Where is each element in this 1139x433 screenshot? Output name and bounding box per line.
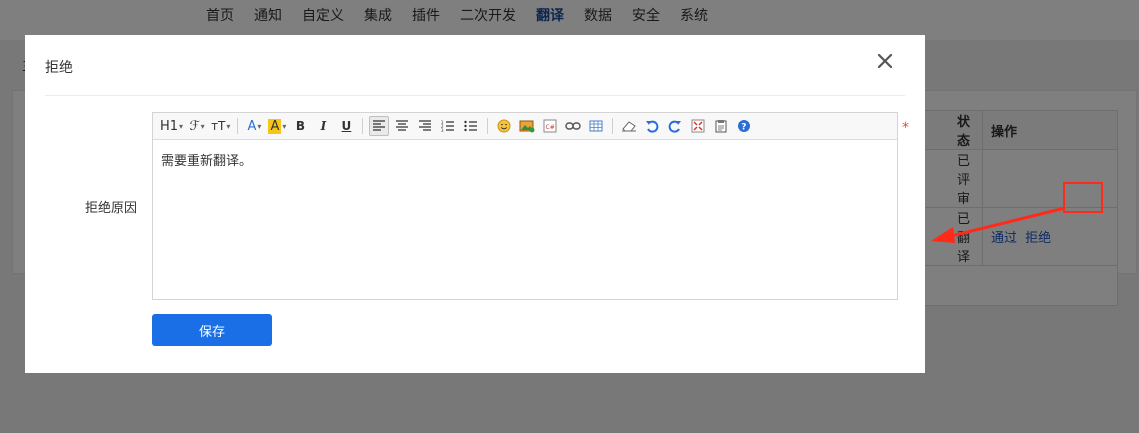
insert-code-icon[interactable]: C# bbox=[540, 116, 560, 136]
dialog-divider bbox=[45, 95, 905, 96]
font-color-label: A bbox=[247, 118, 257, 134]
bold-label: B bbox=[295, 119, 305, 133]
help-icon[interactable]: ? bbox=[734, 116, 754, 136]
bold-button[interactable]: B bbox=[290, 116, 310, 136]
toolbar-separator bbox=[612, 118, 614, 134]
svg-text:C#: C# bbox=[546, 124, 555, 131]
reject-dialog: 拒绝 拒绝原因 H1 ▾ ℱ ▾ тT ▾ A ▾ A ▾ B I U 123 C# bbox=[25, 35, 925, 373]
redo-icon[interactable] bbox=[665, 116, 685, 136]
undo-icon[interactable] bbox=[642, 116, 662, 136]
insert-image-icon[interactable] bbox=[517, 116, 537, 136]
paste-icon[interactable] bbox=[711, 116, 731, 136]
eraser-icon[interactable] bbox=[619, 116, 639, 136]
save-button[interactable]: 保存 bbox=[152, 314, 272, 346]
font-family-label: ℱ bbox=[189, 118, 200, 134]
font-size-dropdown[interactable]: тT ▾ bbox=[210, 116, 231, 136]
underline-label: U bbox=[341, 119, 352, 133]
italic-button[interactable]: I bbox=[313, 116, 333, 136]
reject-reason-label: 拒绝原因 bbox=[85, 201, 138, 216]
align-left-icon[interactable] bbox=[369, 116, 390, 136]
emoji-icon[interactable] bbox=[494, 116, 514, 136]
toolbar-separator bbox=[362, 118, 364, 134]
bullet-list-icon[interactable] bbox=[461, 116, 481, 136]
required-marker: * bbox=[902, 120, 909, 136]
close-icon[interactable] bbox=[873, 49, 897, 73]
font-size-label: тT bbox=[211, 119, 226, 133]
toolbar-separator bbox=[487, 118, 489, 134]
insert-table-icon[interactable] bbox=[586, 116, 606, 136]
align-center-icon[interactable] bbox=[392, 116, 412, 136]
font-color-dropdown[interactable]: A ▾ bbox=[244, 116, 264, 136]
svg-text:?: ? bbox=[742, 123, 747, 133]
dialog-title: 拒绝 bbox=[45, 60, 73, 76]
background-color-dropdown[interactable]: A ▾ bbox=[267, 116, 287, 136]
align-right-icon[interactable] bbox=[415, 116, 435, 136]
ordered-list-icon[interactable]: 123 bbox=[438, 116, 458, 136]
heading-dropdown[interactable]: H1 ▾ bbox=[159, 116, 184, 136]
background-color-label: A bbox=[268, 118, 282, 134]
svg-text:3: 3 bbox=[441, 128, 444, 132]
fullscreen-icon[interactable] bbox=[688, 116, 708, 136]
toolbar-separator bbox=[237, 118, 239, 134]
font-family-dropdown[interactable]: ℱ ▾ bbox=[187, 116, 207, 136]
underline-button[interactable]: U bbox=[336, 116, 356, 136]
editor-content-area[interactable]: 需要重新翻译。 bbox=[153, 141, 897, 299]
editor-toolbar: H1 ▾ ℱ ▾ тT ▾ A ▾ A ▾ B I U 123 C# ? bbox=[153, 113, 897, 140]
rich-text-editor: H1 ▾ ℱ ▾ тT ▾ A ▾ A ▾ B I U 123 C# ? 需要重… bbox=[152, 112, 898, 300]
insert-link-icon[interactable] bbox=[563, 116, 583, 136]
annotation-arrow bbox=[931, 206, 1066, 243]
heading-label: H1 bbox=[160, 118, 179, 134]
italic-label: I bbox=[320, 119, 327, 133]
